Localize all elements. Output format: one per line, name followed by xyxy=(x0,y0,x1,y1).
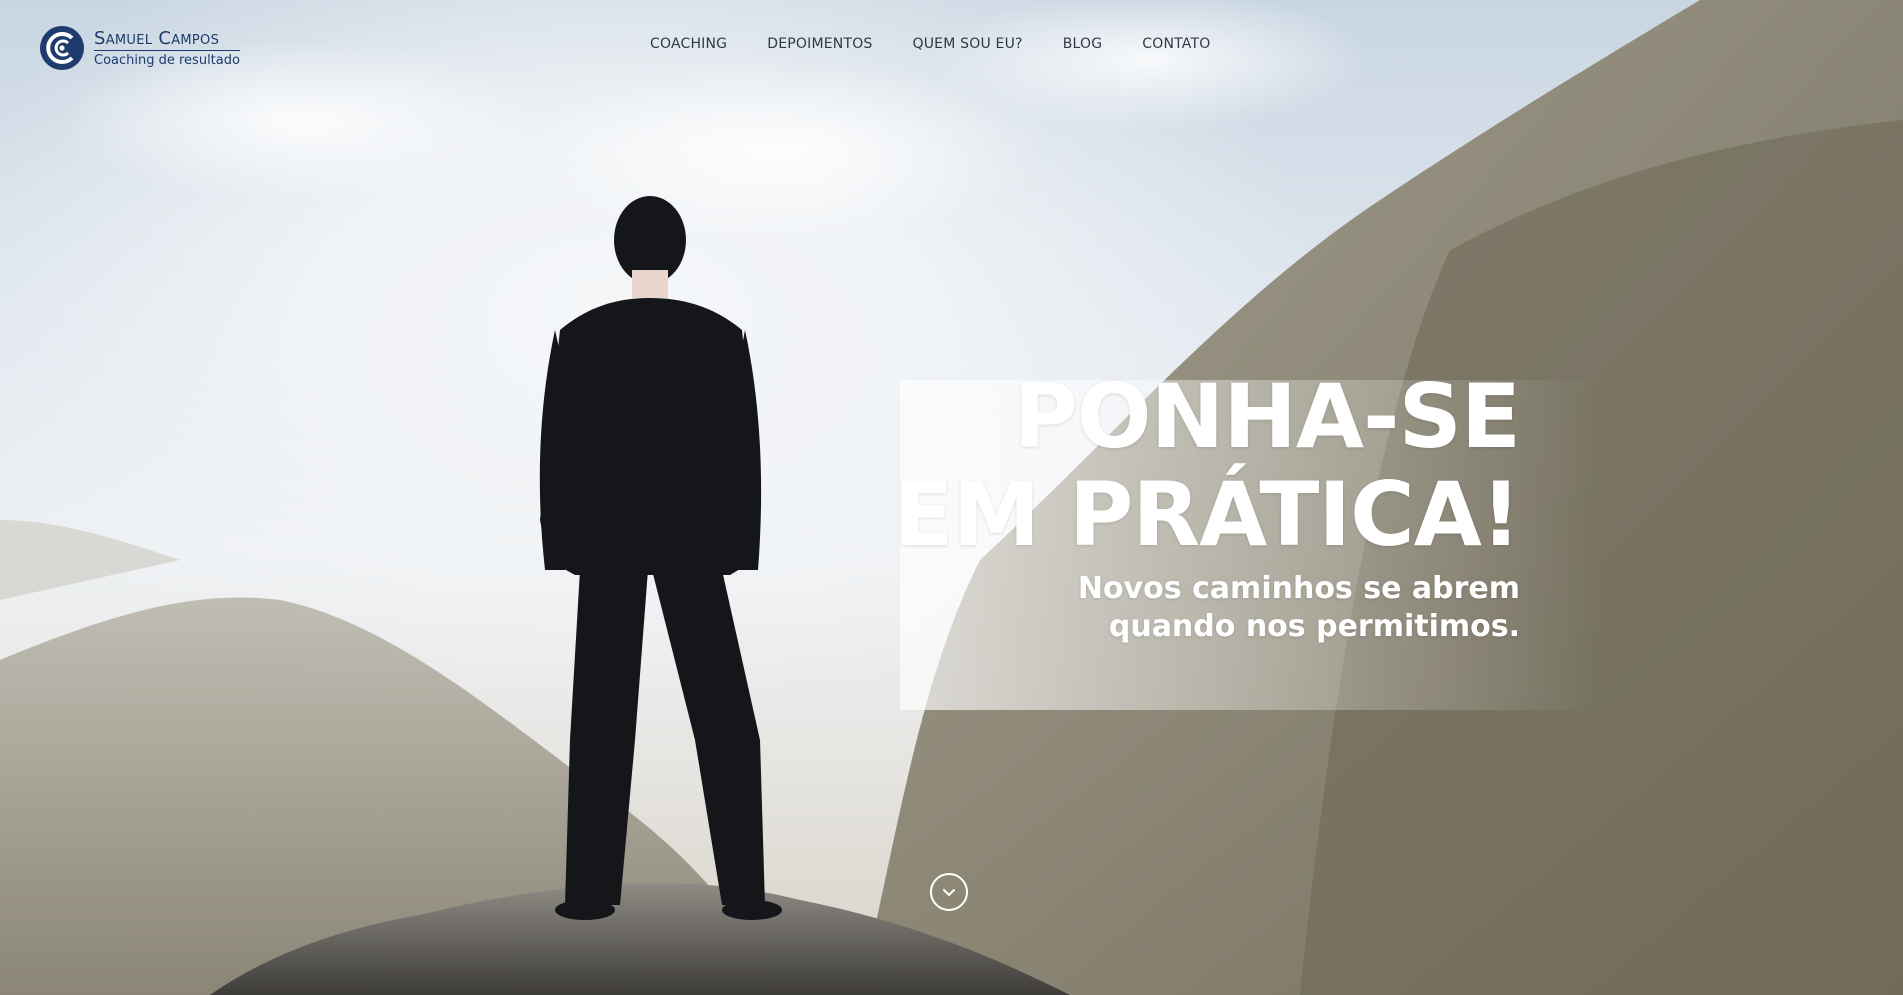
chevron-down-icon xyxy=(943,889,955,896)
main-nav: COACHING DEPOIMENTOS QUEM SOU EU? BLOG C… xyxy=(650,36,1210,52)
hero-subtitle: Novos caminhos se abrem quando nos permi… xyxy=(894,570,1520,646)
hero-subtitle-line-2: quando nos permitimos. xyxy=(1108,609,1520,644)
nav-item-quem-sou-eu[interactable]: QUEM SOU EU? xyxy=(913,36,1023,52)
nav-item-contato[interactable]: CONTATO xyxy=(1142,36,1210,52)
nav-item-coaching[interactable]: COACHING xyxy=(650,36,727,52)
hero-title-line-1: PONHA-SE xyxy=(1013,365,1521,468)
brand-name: Samuel Campos xyxy=(94,29,240,51)
nav-item-blog[interactable]: BLOG xyxy=(1063,36,1103,52)
hero-title: PONHA-SE EM PRÁTICA! xyxy=(893,365,1521,566)
hero-section: Samuel Campos Coaching de resultado COAC… xyxy=(0,0,1903,995)
man-figure xyxy=(539,196,782,920)
brand-tagline: Coaching de resultado xyxy=(94,52,240,68)
nav-item-depoimentos[interactable]: DEPOIMENTOS xyxy=(767,36,872,52)
hero-subtitle-line-1: Novos caminhos se abrem xyxy=(1077,571,1520,606)
scroll-down-button[interactable] xyxy=(930,873,968,911)
brand-logo[interactable]: Samuel Campos Coaching de resultado xyxy=(38,24,240,72)
hero-headline: PONHA-SE EM PRÁTICA! Novos caminhos se a… xyxy=(893,365,1521,646)
concentric-c-logo-icon xyxy=(40,26,84,70)
hero-title-line-2: EM PRÁTICA! xyxy=(893,463,1521,566)
